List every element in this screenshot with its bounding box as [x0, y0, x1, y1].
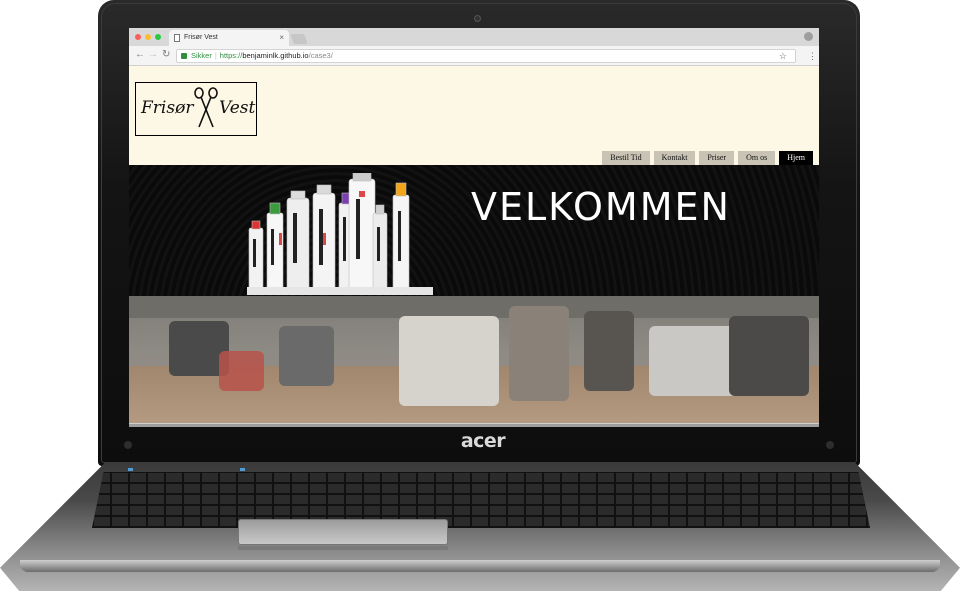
status-led — [240, 468, 245, 471]
salon-chair — [729, 316, 809, 396]
url-scheme: https:// — [219, 51, 243, 60]
close-tab-icon[interactable]: × — [279, 33, 284, 42]
page-icon — [174, 34, 180, 42]
url-host: benjaminlk.github.io — [242, 51, 309, 60]
nav-item-om-os[interactable]: Om os — [738, 151, 776, 165]
minimize-window-icon[interactable] — [145, 34, 151, 40]
device-brand-logo: acer — [460, 430, 506, 452]
browser-toolbar: ← → ↻ Sikker | https://benjaminlk.github.i… — [129, 46, 819, 66]
bookmark-star-icon[interactable]: ☆ — [779, 50, 787, 62]
hinge-screw — [124, 441, 132, 449]
logo-text-left: Frisør — [141, 98, 194, 118]
hero-title: VELKOMMEN — [471, 185, 731, 229]
touchpad-button — [238, 546, 448, 550]
salon-ceiling — [129, 296, 819, 318]
nav-item-hjem[interactable]: Hjem — [779, 151, 813, 165]
close-window-icon[interactable] — [135, 34, 141, 40]
nav-item-priser[interactable]: Priser — [699, 151, 735, 165]
touchpad — [238, 519, 448, 545]
hair-products-image — [247, 173, 433, 295]
status-led — [128, 468, 133, 471]
browser-tab[interactable]: Frisør Vest × — [169, 30, 289, 46]
browser-tab-title: Frisør Vest — [184, 34, 218, 41]
hero-banner: VELKOMMEN — [129, 165, 819, 296]
logo-text-right: Vest — [219, 98, 256, 118]
laptop-front-edge — [20, 560, 940, 572]
salon-interior-photo — [129, 296, 819, 424]
webcam-icon — [474, 15, 481, 22]
profile-icon[interactable] — [804, 32, 813, 41]
salon-mirror — [509, 306, 569, 401]
browser-menu-icon[interactable]: ⋮ — [808, 50, 817, 62]
salon-chair — [584, 311, 634, 391]
salon-counter — [399, 316, 499, 406]
salon-shelf — [649, 326, 739, 396]
url-path: /case3/ — [308, 51, 333, 60]
hinge-screw — [826, 441, 834, 449]
lock-icon — [181, 53, 187, 59]
address-separator: | — [214, 51, 217, 60]
scissors-icon — [194, 87, 218, 128]
forward-icon[interactable]: → — [148, 49, 158, 61]
nav-item-kontakt[interactable]: Kontakt — [653, 151, 696, 165]
main-navigation: Bestil Tid Kontakt Priser Om os Hjem — [602, 151, 813, 165]
web-page: Frisør Vest Bestil Tid Kontakt Priser Om… — [129, 66, 819, 427]
page-divider — [129, 423, 819, 427]
laptop-screen: Frisør Vest × ← → ↻ Sikker | https://benja… — [129, 28, 819, 427]
secure-label: Sikker — [191, 51, 212, 60]
back-icon[interactable]: ← — [135, 49, 145, 61]
keyboard — [92, 472, 870, 528]
new-tab-button[interactable] — [290, 34, 308, 44]
nav-item-bestil-tid[interactable]: Bestil Tid — [602, 151, 650, 165]
site-logo[interactable]: Frisør Vest — [135, 82, 257, 136]
reload-icon[interactable]: ↻ — [162, 49, 170, 61]
salon-red-table — [219, 351, 264, 391]
salon-chair — [279, 326, 334, 386]
address-bar[interactable]: Sikker | https://benjaminlk.github.io/case… — [176, 49, 796, 63]
browser-tab-strip: Frisør Vest × — [129, 28, 819, 46]
maximize-window-icon[interactable] — [155, 34, 161, 40]
